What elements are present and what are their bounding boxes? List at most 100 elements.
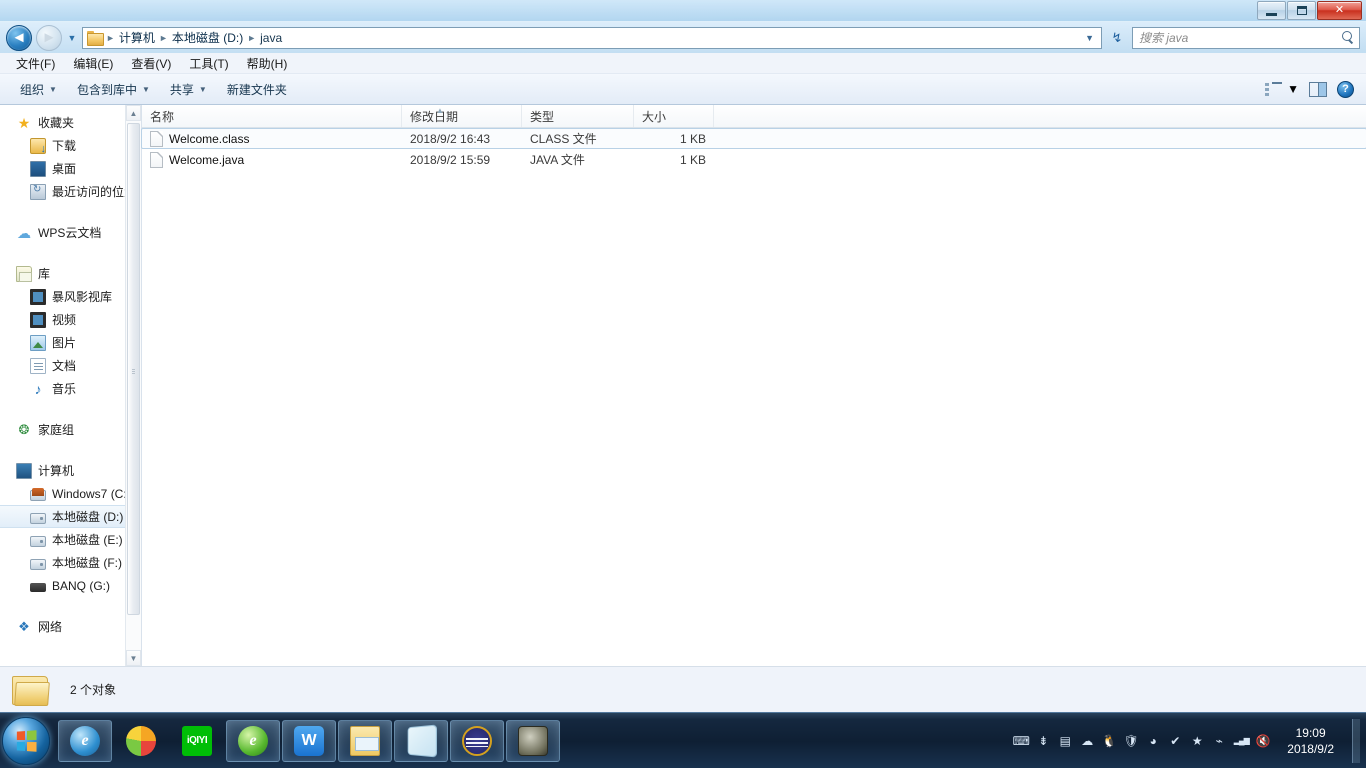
taskbar-item-windows-explorer[interactable] [338,719,392,762]
menu-tools[interactable]: 工具(T) [181,53,236,74]
sidebar-item-libraries[interactable]: 库 [0,262,141,285]
navigation-scrollbar[interactable]: ▲ ▼ [125,105,141,666]
scroll-down-button[interactable]: ▼ [126,650,141,666]
refresh-button[interactable]: ↯ [1106,30,1128,46]
breadcrumb-drive-d[interactable]: 本地磁盘 (D:) [169,29,246,46]
sticky-notes-icon [407,724,438,757]
breadcrumb-history-dropdown[interactable]: ▼ [1080,33,1099,43]
sidebar-item-drive-e[interactable]: 本地磁盘 (E:) [0,528,141,551]
sidebar-item-homegroup[interactable]: ❂ 家庭组 [0,418,141,441]
shield-icon[interactable]: 🛡 [1123,733,1139,749]
preview-pane-icon[interactable] [1309,81,1327,97]
sidebar-item-recent-places[interactable]: 最近访问的位置 [0,180,141,203]
sidebar-item-baofeng-library[interactable]: 暴风影视库 [0,285,141,308]
scroll-up-button[interactable]: ▲ [126,105,141,121]
table-row[interactable]: Welcome.class 2018/9/2 16:43 CLASS 文件 1 … [141,128,1366,149]
videos-icon [30,311,46,328]
include-in-library-button[interactable]: 包含到库中 ▼ [67,78,160,101]
file-name-cell[interactable]: Welcome.class [142,130,402,147]
command-toolbar: 组织 ▼ 包含到库中 ▼ 共享 ▼ 新建文件夹 ▼ ? [0,74,1366,105]
eclipse-icon [462,725,492,756]
globe-icon[interactable]: ◕ [1145,733,1161,749]
change-view-button[interactable]: ▼ [1265,82,1299,96]
volume-muted-icon[interactable]: 🔇 [1255,733,1271,749]
scrollbar-thumb[interactable] [127,123,140,615]
scrollbar-track[interactable] [126,121,141,650]
sidebar-item-desktop[interactable]: 桌面 [0,157,141,180]
column-header-date[interactable]: 修改日期 [402,105,522,127]
taskbar-item-eclipse[interactable] [450,719,504,762]
sidebar-item-label: 家庭组 [38,423,75,437]
minimize-button[interactable] [1257,1,1286,20]
iqiyi-icon: iQIYI [182,725,212,756]
item-count-label: 2 个对象 [70,683,117,697]
back-button[interactable]: ◄ [6,24,32,51]
sidebar-item-label: 本地磁盘 (F:) [52,556,122,570]
media-icon[interactable]: ▤ [1057,733,1073,749]
plug-icon[interactable]: ⌁ [1211,733,1227,749]
start-button[interactable] [2,716,50,765]
recent-pages-dropdown[interactable]: ▼ [66,33,78,43]
show-desktop-button[interactable] [1352,718,1360,763]
sidebar-item-drive-d[interactable]: 本地磁盘 (D:) [0,505,141,528]
sidebar-item-downloads[interactable]: 下载 [0,134,141,157]
menu-file[interactable]: 文件(F) [8,53,63,74]
menu-view[interactable]: 查看(V) [123,53,179,74]
360-browser-icon: e [238,725,268,756]
usb-icon[interactable]: ⇟ [1035,733,1051,749]
sidebar-item-favorites[interactable]: ★ 收藏夹 [0,111,141,134]
taskbar-item-mango-browser[interactable] [114,720,168,762]
column-header-name[interactable]: 名称 [142,105,402,127]
forward-button[interactable]: ► [36,24,62,51]
clock[interactable]: 19:09 2018/9/2 [1277,725,1342,757]
network-signal-icon[interactable]: ▂▄▆ [1233,733,1250,749]
sidebar-item-drive-g[interactable]: BANQ (G:) [0,574,141,597]
breadcrumb-java[interactable]: java [257,31,285,45]
taskbar-item-wps-office[interactable]: W [282,719,336,762]
breadcrumb-bar[interactable]: ► 计算机 ► 本地磁盘 (D:) ► java ▼ [82,26,1102,49]
new-folder-button[interactable]: 新建文件夹 [217,78,297,101]
nav-group-wps: ☁ WPS云文档 [0,221,141,244]
taskbar-item-internet-explorer[interactable]: e [58,719,112,762]
sidebar-item-drive-c[interactable]: Windows7 (C:) [0,482,141,505]
search-box[interactable]: 搜索 java [1132,26,1360,49]
sidebar-item-documents[interactable]: 文档 [0,354,141,377]
breadcrumb-computer[interactable]: 计算机 [116,29,158,46]
search-input[interactable]: 搜索 java [1139,29,1342,46]
column-header-type[interactable]: 类型 [522,105,634,127]
help-icon[interactable]: ? [1337,80,1354,98]
taskbar-item-photo-viewer[interactable] [506,719,560,762]
keyboard-icon[interactable]: ⌨ [1013,733,1030,749]
star-icon[interactable]: ★ [1189,733,1205,749]
restore-button[interactable] [1287,1,1316,20]
menu-help[interactable]: 帮助(H) [239,53,296,74]
taskbar-item-iqiyi[interactable]: iQIYI [170,720,224,762]
sidebar-item-label: 最近访问的位置 [52,185,137,199]
file-name-cell[interactable]: Welcome.java [142,151,402,168]
search-icon [1342,31,1355,44]
sort-indicator-icon: ▲ [436,106,444,115]
taskbar-item-360-browser[interactable]: e [226,719,280,762]
table-row[interactable]: Welcome.java 2018/9/2 15:59 JAVA 文件 1 KB [142,149,1366,170]
sidebar-item-videos[interactable]: 视频 [0,308,141,331]
organize-button[interactable]: 组织 ▼ [10,78,67,101]
sidebar-item-network[interactable]: ❖ 网络 [0,615,141,638]
qq-icon[interactable]: 🐧 [1101,733,1117,749]
column-header-size[interactable]: 大小 [634,105,714,127]
taskbar-item-sticky-notes[interactable] [394,719,448,762]
share-button[interactable]: 共享 ▼ [160,78,217,101]
close-button[interactable]: ✕ [1317,1,1362,20]
sidebar-item-wps-cloud[interactable]: ☁ WPS云文档 [0,221,141,244]
sidebar-item-pictures[interactable]: 图片 [0,331,141,354]
security-icon[interactable]: ✔ [1167,733,1183,749]
cloud-sync-icon[interactable]: ☁ [1079,733,1095,749]
sidebar-item-music[interactable]: ♪ 音乐 [0,377,141,400]
sidebar-item-computer[interactable]: 计算机 [0,459,141,482]
status-bar: 2 个对象 [0,666,1366,712]
chevron-down-icon: ▼ [1287,82,1299,96]
sidebar-item-drive-f[interactable]: 本地磁盘 (F:) [0,551,141,574]
clock-date: 2018/9/2 [1287,741,1334,756]
menu-edit[interactable]: 编辑(E) [65,53,121,74]
